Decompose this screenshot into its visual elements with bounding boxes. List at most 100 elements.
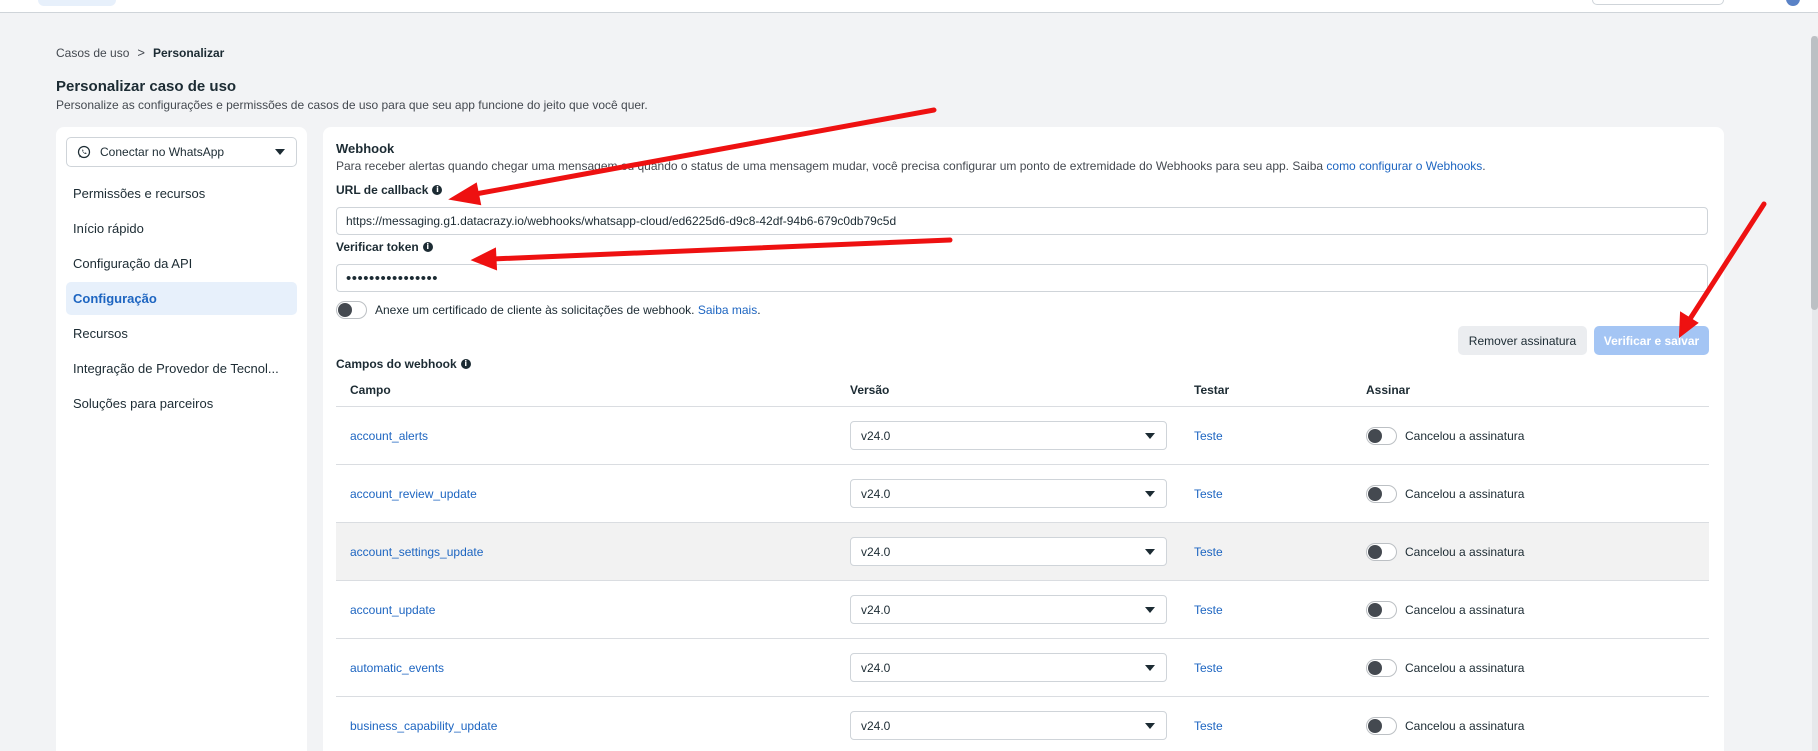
table-header: Campo Versão Testar Assinar <box>336 374 1709 407</box>
subscribe-toggle[interactable] <box>1366 484 1397 503</box>
subscription-status: Cancelou a assinatura <box>1405 544 1525 559</box>
sidebar-item-permissoes[interactable]: Permissões e recursos <box>66 177 297 210</box>
verify-token-input[interactable]: •••••••••••••••• <box>336 264 1708 292</box>
toggle-knob <box>1368 660 1382 675</box>
webhook-description-text: Para receber alertas quando chegar uma m… <box>336 159 1324 173</box>
table-row: business_capability_update v24.0 Teste C… <box>336 697 1709 751</box>
page-title: Personalizar caso de uso <box>56 78 237 95</box>
column-header-assinar: Assinar <box>1366 383 1411 397</box>
breadcrumb-separator: > <box>137 45 145 60</box>
column-header-campo: Campo <box>350 383 391 397</box>
sidebar-nav: Permissões e recursos Início rápido Conf… <box>66 177 297 422</box>
version-select[interactable]: v24.0 <box>850 537 1167 566</box>
test-link[interactable]: Teste <box>1194 545 1223 559</box>
verify-token-label-text: Verificar token <box>336 240 419 254</box>
toggle-knob <box>1368 602 1382 617</box>
chevron-down-icon <box>275 149 285 155</box>
toggle-knob <box>1368 544 1382 559</box>
avatar[interactable] <box>1786 0 1800 6</box>
use-case-selector[interactable]: Conectar no WhatsApp <box>66 137 297 167</box>
breadcrumb: Casos de uso > Personalizar <box>56 45 224 60</box>
callback-url-label: URL de callback i <box>336 183 443 197</box>
field-name-link[interactable]: account_alerts <box>350 429 428 443</box>
table-row: account_update v24.0 Teste Cancelou a as… <box>336 581 1709 639</box>
webhook-docs-link[interactable]: como configurar o Webhooks <box>1326 159 1482 173</box>
sidebar-item-solucoes[interactable]: Soluções para parceiros <box>66 387 297 420</box>
column-header-testar: Testar <box>1194 383 1230 397</box>
test-link[interactable]: Teste <box>1194 429 1223 443</box>
version-value: v24.0 <box>861 544 891 559</box>
sidebar-item-integracao[interactable]: Integração de Provedor de Tecnol... <box>66 352 297 385</box>
version-value: v24.0 <box>861 486 891 501</box>
version-value: v24.0 <box>861 602 891 617</box>
webhook-description-end: . <box>1482 159 1486 173</box>
toggle-knob <box>1368 428 1382 443</box>
info-icon[interactable]: i <box>432 185 443 195</box>
callback-url-input[interactable]: https://messaging.g1.datacrazy.io/webhoo… <box>336 207 1708 235</box>
toggle-knob <box>1368 718 1382 733</box>
verify-token-label: Verificar token i <box>336 240 433 254</box>
webhook-description: Para receber alertas quando chegar uma m… <box>336 159 1486 173</box>
client-certificate-end: . <box>757 303 761 317</box>
subscription-status: Cancelou a assinatura <box>1405 718 1525 733</box>
field-name-link[interactable]: business_capability_update <box>350 719 497 733</box>
field-name-link[interactable]: account_update <box>350 603 435 617</box>
field-name-link[interactable]: account_settings_update <box>350 545 483 559</box>
version-select[interactable]: v24.0 <box>850 711 1167 740</box>
chevron-down-icon <box>1145 549 1155 555</box>
subscribe-toggle[interactable] <box>1366 716 1397 735</box>
sidebar-item-inicio-rapido[interactable]: Início rápido <box>66 212 297 245</box>
callback-url-label-text: URL de callback <box>336 183 429 197</box>
top-nav-active-tab[interactable] <box>38 0 116 6</box>
webhook-title: Webhook <box>336 141 395 156</box>
test-link[interactable]: Teste <box>1194 603 1223 617</box>
sidebar-item-configuracao[interactable]: Configuração <box>66 282 297 315</box>
sidebar: Conectar no WhatsApp Permissões e recurs… <box>56 127 307 751</box>
version-select[interactable]: v24.0 <box>850 595 1167 624</box>
field-name-link[interactable]: account_review_update <box>350 487 477 501</box>
version-select[interactable]: v24.0 <box>850 421 1167 450</box>
table-row: account_alerts v24.0 Teste Cancelou a as… <box>336 407 1709 465</box>
toggle-knob <box>338 303 352 317</box>
subscription-status: Cancelou a assinatura <box>1405 486 1525 501</box>
page-scrollbar[interactable] <box>1810 36 1818 751</box>
scrollbar-thumb[interactable] <box>1811 36 1818 310</box>
webhook-fields-title-text: Campos do webhook <box>336 357 457 371</box>
info-icon[interactable]: i <box>460 359 471 369</box>
chevron-down-icon <box>1145 433 1155 439</box>
chevron-down-icon <box>1145 723 1155 729</box>
version-select[interactable]: v24.0 <box>850 479 1167 508</box>
learn-more-link[interactable]: Saiba mais <box>698 303 757 317</box>
column-header-versao: Versão <box>850 383 890 397</box>
version-select[interactable]: v24.0 <box>850 653 1167 682</box>
test-link[interactable]: Teste <box>1194 487 1223 501</box>
sidebar-item-configuracao-api[interactable]: Configuração da API <box>66 247 297 280</box>
whatsapp-icon <box>77 145 91 159</box>
table-row: account_review_update v24.0 Teste Cancel… <box>336 465 1709 523</box>
breadcrumb-parent[interactable]: Casos de uso <box>56 46 129 60</box>
version-value: v24.0 <box>861 660 891 675</box>
info-icon[interactable]: i <box>422 242 433 252</box>
webhook-panel: Webhook Para receber alertas quando cheg… <box>323 127 1724 751</box>
client-certificate-toggle[interactable] <box>336 301 367 319</box>
subscription-status: Cancelou a assinatura <box>1405 602 1525 617</box>
subscribe-toggle[interactable] <box>1366 542 1397 561</box>
verify-and-save-button[interactable]: Verificar e salvar <box>1594 326 1709 355</box>
version-value: v24.0 <box>861 428 891 443</box>
subscribe-toggle[interactable] <box>1366 658 1397 677</box>
subscribe-toggle[interactable] <box>1366 600 1397 619</box>
breadcrumb-current: Personalizar <box>152 45 225 60</box>
chevron-down-icon <box>1145 607 1155 613</box>
webhook-fields-table: Campo Versão Testar Assinar account_aler… <box>336 374 1709 751</box>
test-link[interactable]: Teste <box>1194 719 1223 733</box>
sidebar-item-recursos[interactable]: Recursos <box>66 317 297 350</box>
subscribe-toggle[interactable] <box>1366 426 1397 445</box>
top-nav-search-box[interactable] <box>1592 0 1724 5</box>
use-case-selector-label: Conectar no WhatsApp <box>100 145 225 159</box>
field-name-link[interactable]: automatic_events <box>350 661 444 675</box>
client-certificate-row: Anexe um certificado de cliente às solic… <box>336 301 761 319</box>
top-navigation-bar <box>0 0 1818 13</box>
test-link[interactable]: Teste <box>1194 661 1223 675</box>
remove-subscription-button[interactable]: Remover assinatura <box>1458 326 1587 355</box>
page-subtitle: Personalize as configurações e permissõe… <box>56 98 648 112</box>
